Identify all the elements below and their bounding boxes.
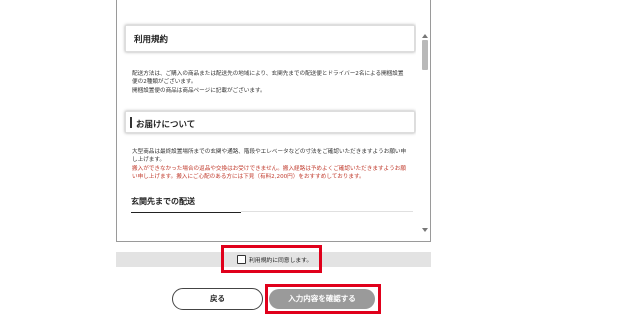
scroll-down-arrow-icon[interactable] (422, 228, 428, 232)
delivery-method-text: 配送方法は、ご購入の商品または配送先の地域により、玄関先までの配送便とドライバー… (132, 70, 412, 95)
delivery-notice-text: 大型商品は最終設置場所までの玄関や通路、階段やエレベータなどの寸法をご確認いただ… (132, 148, 414, 182)
delivery-section-heading: お届けについて (125, 111, 415, 133)
text-line: 便の2種類がございます。 (132, 79, 197, 86)
agree-checkbox-row[interactable]: 利用規約に同意します。 (237, 255, 312, 264)
agree-checkbox[interactable] (237, 255, 246, 264)
warning-line: い申し上げます。搬入にご心配のある方には下見（有料2,200円）をおすすめしてお… (132, 174, 365, 181)
scroll-up-arrow-icon[interactable] (422, 34, 428, 38)
terms-scroll-area[interactable]: 利用規約 配送方法は、ご購入の商品または配送先の地域により、玄関先までの配送便と… (117, 0, 416, 241)
agree-checkbox-label[interactable]: 利用規約に同意します。 (249, 255, 312, 264)
agreement-highlight: 利用規約に同意します。 (221, 245, 322, 273)
text-line: 配送方法は、ご購入の商品または配送先の地域により、玄関先までの配送便とドライバー… (132, 71, 404, 77)
text-line: 大型商品は最終設置場所までの玄関や通路、階段やエレベータなどの寸法をご確認いただ… (132, 149, 407, 155)
terms-scrollbar[interactable] (422, 34, 428, 232)
text-line: し上げます。 (132, 157, 166, 164)
back-button[interactable]: 戻る (172, 288, 263, 310)
text-line: 開梱設置便の商品は商品ページに記載がございます。 (132, 87, 266, 94)
terms-panel: 利用規約 配送方法は、ご購入の商品または配送先の地域により、玄関先までの配送便と… (116, 0, 431, 242)
scrollbar-thumb[interactable] (422, 40, 428, 70)
divider (241, 211, 413, 212)
confirm-input-button[interactable]: 入力内容を確認する (269, 289, 375, 309)
entrance-delivery-heading: 玄関先までの配送 (131, 196, 241, 213)
warning-line: 搬入ができなかった場合の返品や交換はお受けできません。搬入経路は予めよくご確認い… (132, 165, 406, 172)
terms-title: 利用規約 (125, 25, 415, 52)
